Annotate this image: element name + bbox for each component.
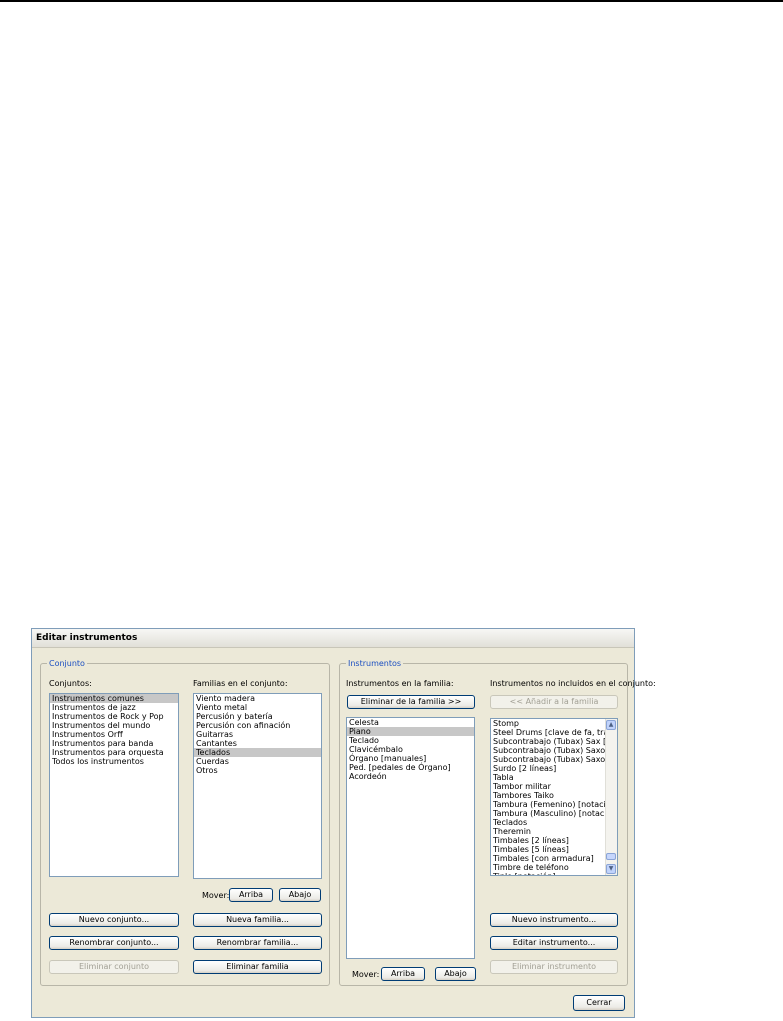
available-instrument-item[interactable]: Timbales [2 líneas] bbox=[491, 836, 606, 845]
edit-instrument-button[interactable]: Editar instrumento... bbox=[490, 936, 618, 950]
delete-family-button[interactable]: Eliminar familia bbox=[193, 960, 322, 974]
rename-set-button[interactable]: Renombrar conjunto... bbox=[49, 936, 179, 950]
available-instrument-item[interactable]: Surdo [2 líneas] bbox=[491, 764, 606, 773]
available-instrument-item[interactable]: Tiple [notación] bbox=[491, 872, 606, 875]
instruments-move-label: Mover: bbox=[352, 970, 380, 979]
sets-list[interactable]: Instrumentos comunes Instrumentos de jazz… bbox=[49, 693, 179, 877]
set-list-item[interactable]: Instrumentos Orff bbox=[50, 730, 178, 739]
available-instrument-item[interactable]: Subcontrabajo (Tubax) Sax [clav bbox=[491, 737, 617, 746]
available-instrument-item[interactable]: Tambura (Femenino) [notación] bbox=[491, 800, 617, 809]
available-instrument-item[interactable]: Subcontrabajo (Tubax) Saxofone bbox=[491, 755, 617, 764]
add-to-family-button[interactable]: << Añadir a la familia bbox=[490, 695, 618, 709]
set-list-item[interactable]: Instrumentos de Rock y Pop bbox=[50, 712, 178, 721]
set-list-item[interactable]: Instrumentos para banda bbox=[50, 739, 178, 748]
families-down-button[interactable]: Abajo bbox=[279, 888, 321, 902]
dialog-title: Editar instrumentos bbox=[36, 633, 138, 643]
scroll-thumb[interactable] bbox=[606, 853, 616, 860]
family-list-item[interactable]: Cuerdas bbox=[194, 757, 321, 766]
instrument-list-item[interactable]: Celesta bbox=[347, 718, 474, 727]
family-list-item[interactable]: Guitarras bbox=[194, 730, 321, 739]
available-instrument-item[interactable]: Tabla bbox=[491, 773, 606, 782]
available-instrument-item[interactable]: Tambores Taiko bbox=[491, 791, 606, 800]
delete-instrument-button[interactable]: Eliminar instrumento bbox=[490, 960, 618, 974]
sets-label: Conjuntos: bbox=[49, 679, 92, 688]
set-list-item[interactable]: Instrumentos del mundo bbox=[50, 721, 178, 730]
not-in-set-scrollbar[interactable]: ▲ ▼ bbox=[605, 719, 617, 875]
family-list-item[interactable]: Percusión con afinación bbox=[194, 721, 321, 730]
available-instrument-item[interactable]: Timbales [con armadura] bbox=[491, 854, 606, 863]
available-instrument-item[interactable]: Timbales [5 líneas] bbox=[491, 845, 606, 854]
set-list-item[interactable]: Instrumentos para orquesta bbox=[50, 748, 178, 757]
available-instrument-item[interactable]: Subcontrabajo (Tubax) Saxofone bbox=[491, 746, 617, 755]
instrumentos-legend: Instrumentos bbox=[348, 659, 402, 668]
instrument-list-item[interactable]: Ped. [pedales de Órgano] bbox=[347, 763, 474, 772]
available-instrument-item[interactable]: Theremin bbox=[491, 827, 606, 836]
new-family-button[interactable]: Nueva familia... bbox=[193, 913, 322, 927]
family-list-item[interactable]: Otros bbox=[194, 766, 321, 775]
new-instrument-button[interactable]: Nuevo instrumento... bbox=[490, 913, 618, 927]
family-list-item[interactable]: Viento metal bbox=[194, 703, 321, 712]
available-instrument-item[interactable]: Teclados bbox=[491, 818, 606, 827]
family-list-item[interactable]: Percusión y batería bbox=[194, 712, 321, 721]
in-family-label: Instrumentos en la familia: bbox=[346, 679, 454, 688]
available-instrument-item[interactable]: Timbre de teléfono bbox=[491, 863, 606, 872]
instrument-list-item[interactable]: Órgano [manuales] bbox=[347, 754, 474, 763]
instrument-list-item[interactable]: Acordeón bbox=[347, 772, 474, 781]
families-list[interactable]: Viento madera Viento metal Percusión y bat… bbox=[193, 693, 322, 879]
instruments-down-button[interactable]: Abajo bbox=[435, 967, 476, 981]
available-instrument-item[interactable]: Tambura (Masculino) [notación] bbox=[491, 809, 617, 818]
family-list-item[interactable]: Teclados bbox=[194, 748, 321, 757]
available-instrument-item[interactable]: Tambor militar bbox=[491, 782, 606, 791]
scroll-up-icon[interactable]: ▲ bbox=[606, 720, 616, 730]
in-family-list[interactable]: Celesta Piano Teclado Clavicémbalo Órgano [m… bbox=[346, 717, 475, 959]
new-set-button[interactable]: Nuevo conjunto... bbox=[49, 913, 179, 927]
instrument-list-item[interactable]: Clavicémbalo bbox=[347, 745, 474, 754]
remove-from-family-button[interactable]: Eliminar de la familia >> bbox=[347, 695, 475, 709]
family-list-item[interactable]: Viento madera bbox=[194, 694, 321, 703]
families-move-label: Mover: bbox=[202, 891, 230, 900]
scroll-down-icon[interactable]: ▼ bbox=[606, 864, 616, 874]
set-list-item[interactable]: Instrumentos comunes bbox=[50, 694, 178, 703]
families-label: Familias en el conjunto: bbox=[193, 679, 288, 688]
page-top-rule bbox=[0, 0, 783, 2]
rename-family-button[interactable]: Renombrar familia... bbox=[193, 936, 322, 950]
instruments-up-button[interactable]: Arriba bbox=[381, 967, 425, 981]
family-list-item[interactable]: Cantantes bbox=[194, 739, 321, 748]
conjunto-legend: Conjunto bbox=[49, 659, 85, 668]
available-instrument-item[interactable]: Stomp bbox=[491, 719, 606, 728]
close-button[interactable]: Cerrar bbox=[573, 995, 625, 1011]
edit-instruments-dialog: Editar instrumentos Conjunto Conjuntos: … bbox=[31, 628, 656, 1018]
dialog-titlebar: Editar instrumentos bbox=[32, 629, 634, 648]
instrument-list-item[interactable]: Teclado bbox=[347, 736, 474, 745]
not-in-set-label: Instrumentos no incluidos en el conjunto… bbox=[490, 679, 656, 688]
delete-set-button[interactable]: Eliminar conjunto bbox=[49, 960, 179, 974]
families-up-button[interactable]: Arriba bbox=[229, 888, 273, 902]
available-instrument-item[interactable]: Steel Drums [clave de fa, transp bbox=[491, 728, 617, 737]
set-list-item[interactable]: Instrumentos de jazz bbox=[50, 703, 178, 712]
instrument-list-item[interactable]: Piano bbox=[347, 727, 474, 736]
set-list-item[interactable]: Todos los instrumentos bbox=[50, 757, 178, 766]
not-in-set-list[interactable]: Stomp Steel Drums [clave de fa, transp Sub… bbox=[490, 718, 618, 876]
